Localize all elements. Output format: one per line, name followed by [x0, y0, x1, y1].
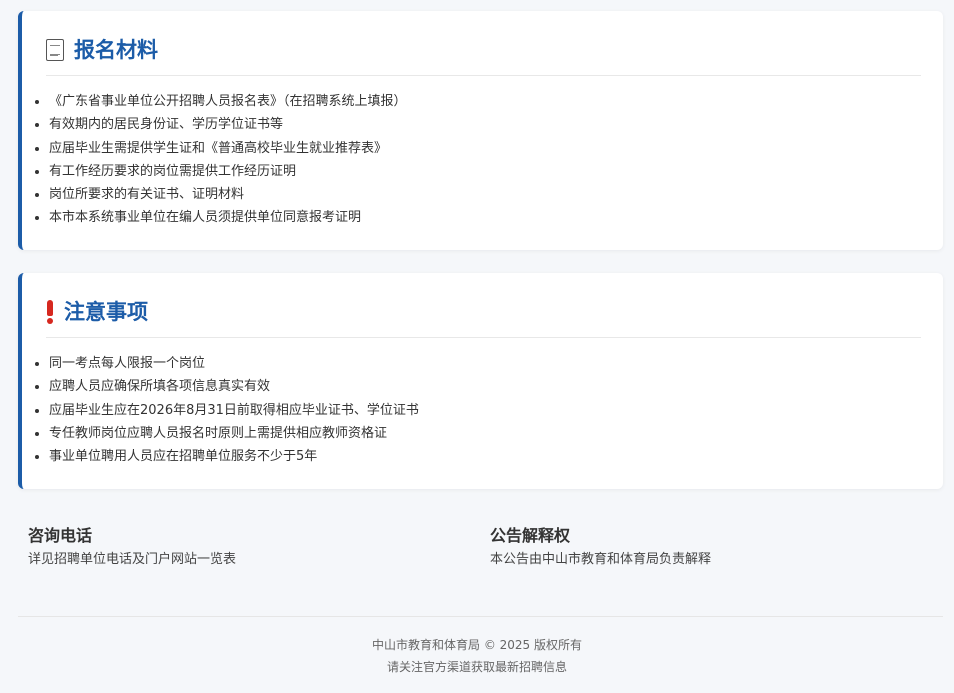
materials-title: 报名材料 [74, 38, 158, 62]
notes-header: 注意事项 [46, 297, 921, 338]
list-item: 专任教师岗位应聘人员报名时原则上需提供相应教师资格证 [35, 422, 419, 445]
contact-text: 详见招聘单位电话及门户网站一览表 [28, 552, 237, 567]
list-item: 有效期内的居民身份证、学历学位证书等 [35, 113, 407, 136]
document-icon [46, 39, 64, 61]
rights-info: 公告解释权 本公告由中山市教育和体育局负责解释 [490, 524, 711, 572]
list-item: 《广东省事业单位公开招聘人员报名表》（在招聘系统上填报） [35, 90, 407, 113]
rights-title: 公告解释权 [490, 526, 571, 545]
list-item: 有工作经历要求的岗位需提供工作经历证明 [35, 160, 407, 183]
list-item: 事业单位聘用人员应在招聘单位服务不少于5年 [35, 445, 419, 468]
footer-notice: 请关注官方渠道获取最新招聘信息 [386, 660, 567, 674]
exclamation-icon [46, 300, 54, 324]
page: 报名材料 《广东省事业单位公开招聘人员报名表》（在招聘系统上填报） 有效期内的居… [0, 0, 954, 693]
materials-header: 报名材料 [46, 35, 921, 76]
notes-list: 同一考点每人限报一个岗位 应聘人员应确保所填各项信息真实有效 应届毕业生应在20… [30, 352, 419, 468]
footer: 中山市教育和体育局 © 2025 版权所有 请关注官方渠道获取最新招聘信息 [0, 634, 954, 678]
list-item: 本市本系统事业单位在编人员须提供单位同意报考证明 [35, 206, 407, 229]
list-item: 岗位所要求的有关证书、证明材料 [35, 183, 407, 206]
list-item: 应聘人员应确保所填各项信息真实有效 [35, 375, 419, 398]
materials-list: 《广东省事业单位公开招聘人员报名表》（在招聘系统上填报） 有效期内的居民身份证、… [30, 90, 407, 230]
contact-title: 咨询电话 [28, 526, 93, 545]
contact-info: 咨询电话 详见招聘单位电话及门户网站一览表 [28, 524, 236, 572]
notes-title: 注意事项 [64, 300, 148, 324]
footer-divider [18, 616, 943, 617]
materials-card: 报名材料 《广东省事业单位公开招聘人员报名表》（在招聘系统上填报） 有效期内的居… [18, 11, 943, 250]
list-item: 应届毕业生需提供学生证和《普通高校毕业生就业推荐表》 [35, 137, 407, 160]
list-item: 同一考点每人限报一个岗位 [35, 352, 419, 375]
footer-copyright: 中山市教育和体育局 © 2025 版权所有 [372, 638, 582, 652]
rights-text: 本公告由中山市教育和体育局负责解释 [490, 552, 712, 567]
notes-card: 注意事项 同一考点每人限报一个岗位 应聘人员应确保所填各项信息真实有效 应届毕业… [18, 273, 943, 489]
list-item: 应届毕业生应在2026年8月31日前取得相应毕业证书、学位证书 [35, 399, 419, 422]
